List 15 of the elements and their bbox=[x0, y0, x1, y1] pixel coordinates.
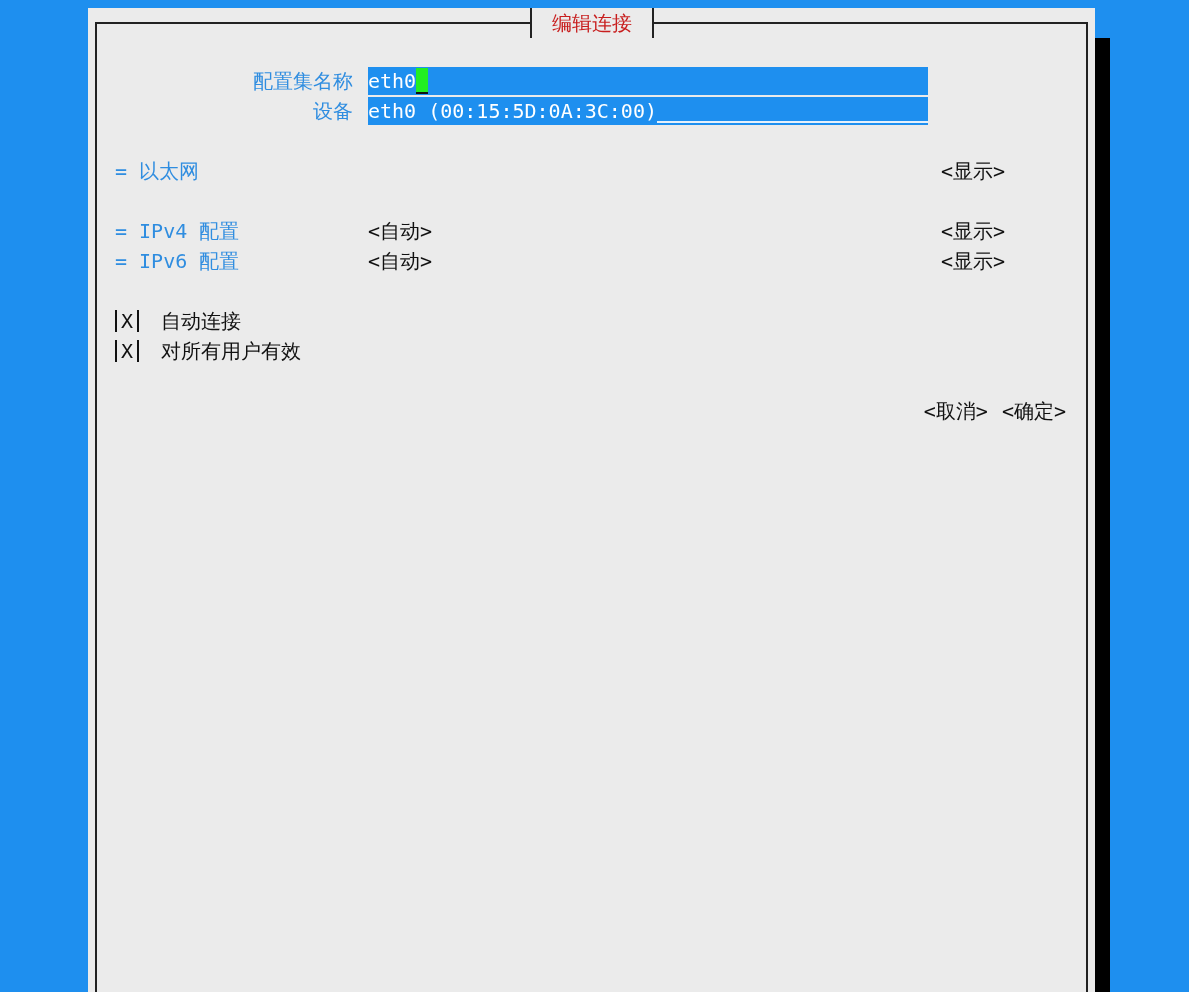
show-button[interactable]: <显示> bbox=[941, 217, 1006, 245]
ok-button[interactable]: <确定> bbox=[1001, 397, 1066, 425]
checkbox[interactable]: X bbox=[115, 340, 139, 362]
checkbox[interactable]: X bbox=[115, 310, 139, 332]
show-button[interactable]: <显示> bbox=[941, 157, 1006, 185]
mode-button[interactable]: <自动> bbox=[368, 247, 433, 275]
field-label: 配置集名称 bbox=[252, 67, 353, 95]
mode-button[interactable]: <自动> bbox=[368, 217, 433, 245]
text-cursor bbox=[416, 68, 429, 94]
checkbox-label: 对所有用户有效 bbox=[161, 337, 301, 365]
field-label: 设备 bbox=[312, 97, 353, 125]
checkbox-label: 自动连接 bbox=[161, 307, 241, 335]
cancel-button[interactable]: <取消> bbox=[923, 397, 988, 425]
show-button[interactable]: <显示> bbox=[941, 247, 1006, 275]
dialog-title: 编辑连接 bbox=[529, 8, 654, 38]
